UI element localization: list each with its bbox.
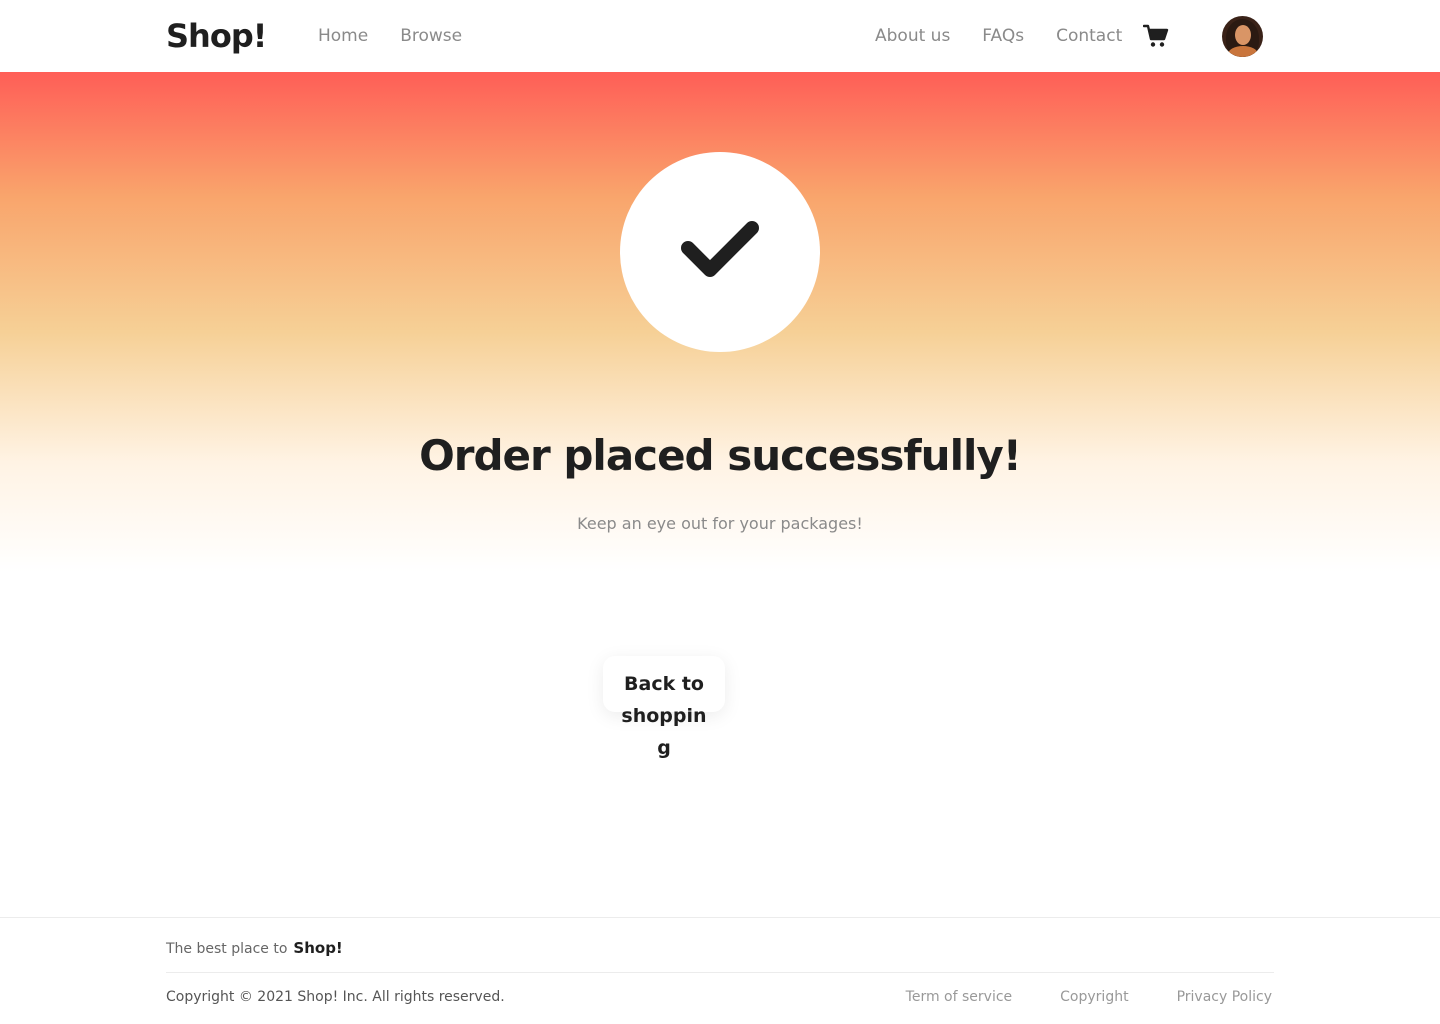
nav-browse-link[interactable]: Browse xyxy=(400,24,462,48)
back-to-shopping-button[interactable]: Back to shopping xyxy=(603,656,725,759)
avatar-face xyxy=(1235,25,1251,45)
terms-link[interactable]: Term of service xyxy=(906,987,1012,1007)
footer-links: Term of service Copyright Privacy Policy xyxy=(906,987,1272,1007)
footer-tagline: The best place to Shop! xyxy=(166,938,343,959)
nav-faqs-link[interactable]: FAQs xyxy=(982,24,1024,48)
footer-divider xyxy=(166,972,1274,973)
privacy-policy-link[interactable]: Privacy Policy xyxy=(1177,987,1272,1007)
tagline-text: The best place to xyxy=(166,941,288,957)
copyright-link[interactable]: Copyright xyxy=(1060,987,1128,1007)
back-to-shopping-label: Back to shopping xyxy=(621,673,707,759)
avatar-shirt xyxy=(1228,46,1258,57)
user-avatar[interactable] xyxy=(1222,16,1263,57)
nav-home-link[interactable]: Home xyxy=(318,24,368,48)
secondary-nav: About us FAQs Contact xyxy=(875,24,1122,48)
footer-logo[interactable]: Shop! xyxy=(293,938,342,958)
order-success-page: Shop! Home Browse About us FAQs Contact xyxy=(0,0,1440,1024)
page-subtitle: Keep an eye out for your packages! xyxy=(577,514,863,533)
nav-about-link[interactable]: About us xyxy=(875,24,950,48)
success-badge xyxy=(620,152,820,352)
page-title: Order placed successfully! xyxy=(419,431,1022,480)
site-logo[interactable]: Shop! xyxy=(166,16,267,56)
copyright-text: Copyright © 2021 Shop! Inc. All rights r… xyxy=(166,989,505,1005)
footer-divider-top xyxy=(0,917,1440,918)
checkmark-icon xyxy=(681,221,759,277)
cart-icon[interactable] xyxy=(1142,24,1169,48)
primary-nav: Home Browse xyxy=(318,24,462,48)
top-navbar: Shop! Home Browse About us FAQs Contact xyxy=(0,0,1440,72)
nav-contact-link[interactable]: Contact xyxy=(1056,24,1122,48)
